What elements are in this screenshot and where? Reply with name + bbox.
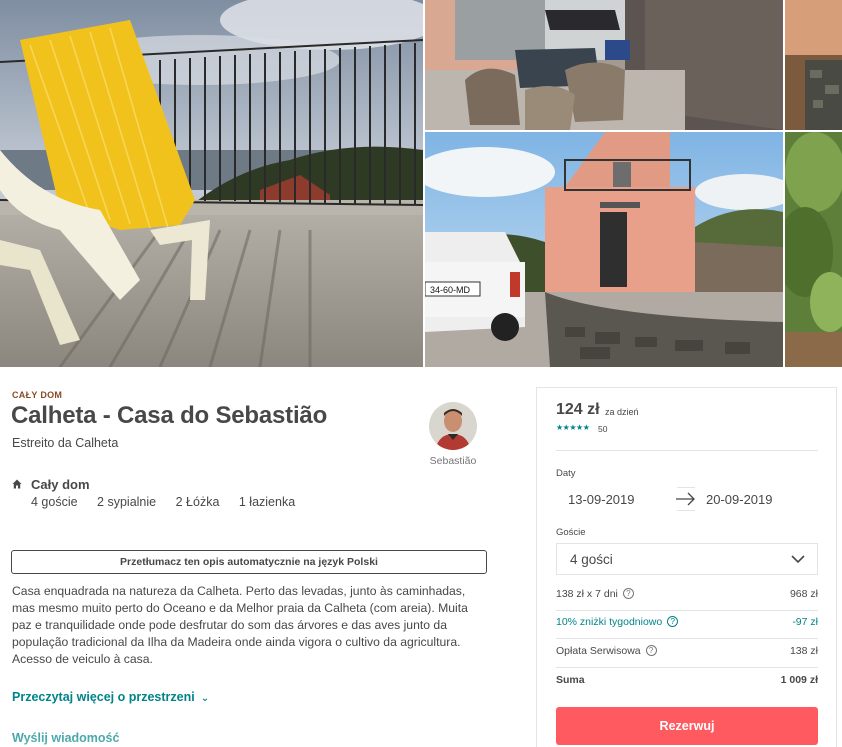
divider	[556, 667, 818, 668]
price-per-label: za dzień	[605, 407, 639, 417]
service-fee-value: 138 zł	[789, 645, 818, 657]
help-icon[interactable]: ?	[645, 645, 657, 656]
read-more-link[interactable]: Przeczytaj więcej o przestrzeni ⌄	[12, 690, 209, 704]
help-icon[interactable]: ?	[622, 588, 634, 599]
check-in-date[interactable]: 13-09-2019	[568, 492, 635, 507]
send-message-link[interactable]: Wyślij wiadomość	[12, 731, 119, 745]
divider	[556, 450, 818, 451]
guests-value: 4 gości	[570, 552, 613, 567]
total-line: Suma 1 009 zł	[556, 674, 818, 690]
summary-beds: 2 Łóżka	[175, 495, 220, 509]
nights-line: 138 zł x 7 dni? 968 zł	[556, 588, 818, 604]
help-icon[interactable]: ?	[667, 616, 679, 627]
review-count[interactable]: 50	[598, 424, 607, 434]
service-fee-line: Opłata Serwisowa? 138 zł	[556, 645, 818, 661]
nightly-price: 124 zł	[556, 401, 600, 418]
host-profile[interactable]: Sebastião	[428, 402, 478, 467]
summary-details: 4 goście 2 sypialnie 2 Łóżka 1 łazienka	[31, 495, 311, 509]
summary-title: Cały dom	[31, 477, 90, 492]
check-out-date[interactable]: 20-09-2019	[706, 492, 773, 507]
listing-description: Casa enquadrada na natureza da Calheta. …	[12, 584, 468, 666]
host-avatar[interactable]	[429, 402, 477, 450]
photo-house-exterior[interactable]: 34-60-MD	[425, 132, 783, 367]
guests-select[interactable]: 4 gości	[556, 543, 818, 575]
listing-title: Calheta - Casa do Sebastião	[11, 402, 328, 429]
photo-gallery: 34-60-MD	[0, 0, 842, 367]
dates-label: Daty	[556, 468, 576, 479]
booking-card: 124 zł za dzień ★★★★★ 50 Daty 13-09-2019…	[536, 387, 837, 747]
nights-value: 968 zł	[789, 588, 818, 600]
reserve-button[interactable]: Rezerwuj	[556, 707, 818, 745]
guests-label: Goście	[556, 527, 586, 538]
service-fee-label: Opłata Serwisowa	[556, 645, 641, 657]
listing-location[interactable]: Estreito da Calheta	[12, 436, 118, 450]
photo-patio[interactable]	[425, 0, 783, 130]
svg-text:34-60-MD: 34-60-MD	[430, 285, 471, 295]
translate-button[interactable]: Przetłumacz ten opis automatycznie na ję…	[11, 550, 487, 574]
divider	[556, 610, 818, 611]
discount-value: -97 zł	[792, 616, 818, 628]
summary-bedrooms: 2 sypialnie	[97, 495, 157, 509]
star-rating-icon: ★★★★★	[556, 423, 590, 432]
home-icon	[12, 479, 22, 489]
host-name: Sebastião	[429, 455, 477, 467]
photo-garden[interactable]	[785, 132, 842, 367]
chevron-down-icon: ⌄	[200, 693, 210, 704]
listing-type-label: CAŁY DOM	[12, 390, 63, 400]
total-value: 1 009 zł	[780, 674, 818, 686]
arrow-right-icon	[676, 487, 695, 511]
photo-stone-wall[interactable]	[785, 0, 842, 130]
nights-label: 138 zł x 7 dni	[556, 588, 618, 600]
read-more-label: Przeczytaj więcej o przestrzeni	[12, 690, 195, 704]
summary-baths: 1 łazienka	[238, 495, 296, 509]
photo-balcony[interactable]	[0, 0, 423, 367]
discount-line: 10% zniżki tygodniowo? -97 zł	[556, 616, 818, 632]
discount-label: 10% zniżki tygodniowo	[556, 616, 663, 628]
total-label: Suma	[556, 674, 585, 686]
summary-guests: 4 goście	[31, 495, 78, 509]
divider	[556, 638, 818, 639]
chevron-down-icon	[791, 555, 805, 564]
